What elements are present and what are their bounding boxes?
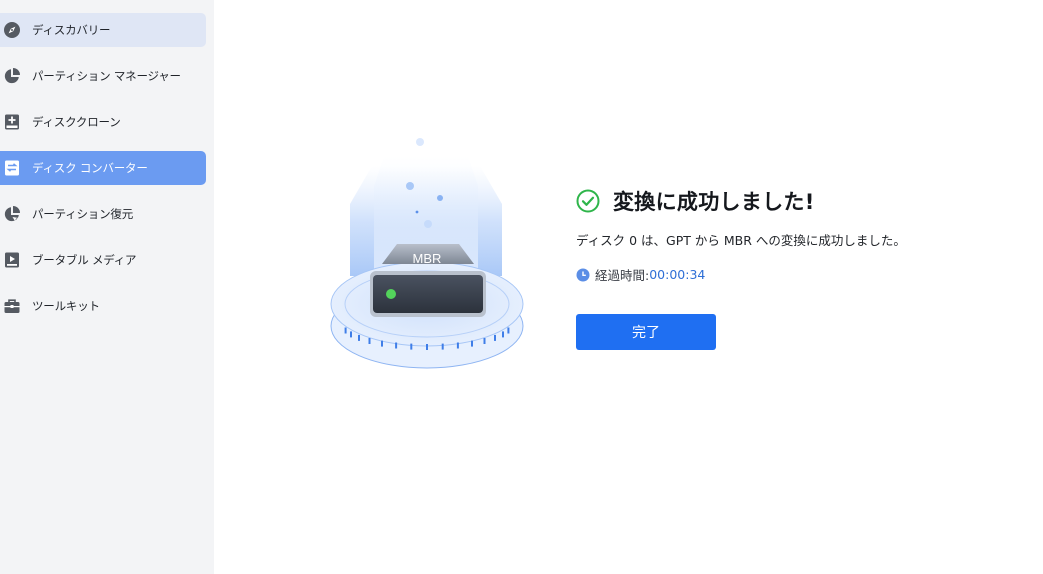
result-description: ディスク 0 は、GPT から MBR への変換に成功しました。 (576, 233, 906, 248)
pie-chart-icon (3, 67, 21, 85)
sidebar-item-disk-converter[interactable]: ディスク コンバーター (0, 151, 206, 185)
bootable-media-icon (3, 251, 21, 269)
result-title: 変換に成功しました! (613, 190, 815, 214)
elapsed-time: 経過時間: 00:00:34 (576, 265, 705, 284)
sidebar-item-label: ディスク コンバーター (32, 161, 148, 175)
partition-recovery-icon (3, 205, 21, 223)
result-header: 変換に成功しました! (576, 186, 1016, 216)
sidebar: ディスカバリー パーティション マネージャー ディスククローン ディスク コンバ… (0, 0, 214, 574)
toolbox-icon (3, 297, 21, 315)
sidebar-item-discovery[interactable]: ディスカバリー (0, 13, 206, 47)
elapsed-time-label: 経過時間: (595, 268, 650, 283)
check-circle-icon (576, 189, 600, 213)
disk-clone-icon (3, 113, 21, 131)
sidebar-item-label: ブータブル メディア (32, 253, 137, 267)
disk-label: MBR (413, 251, 442, 266)
result-panel: 変換に成功しました! ディスク 0 は、GPT から MBR への変換に成功しま… (576, 186, 1016, 350)
sidebar-item-bootable-media[interactable]: ブータブル メディア (0, 243, 206, 277)
compass-icon (3, 21, 21, 39)
sidebar-item-label: ディスカバリー (32, 23, 111, 37)
sidebar-item-label: ディスククローン (32, 115, 121, 129)
elapsed-time-value: 00:00:34 (649, 267, 706, 282)
disk-convert-illustration: MBR (322, 126, 532, 376)
clock-icon (576, 268, 590, 281)
disk-convert-icon (3, 159, 21, 177)
sidebar-item-partition-manager[interactable]: パーティション マネージャー (0, 59, 206, 93)
sidebar-item-toolkit[interactable]: ツールキット (0, 289, 206, 323)
sidebar-item-label: パーティション復元 (32, 207, 134, 221)
sidebar-item-partition-recovery[interactable]: パーティション復元 (0, 197, 206, 231)
done-button[interactable]: 完了 (576, 314, 716, 350)
sidebar-item-label: パーティション マネージャー (32, 69, 181, 83)
sidebar-item-disk-clone[interactable]: ディスククローン (0, 105, 206, 139)
sidebar-item-label: ツールキット (32, 299, 100, 313)
